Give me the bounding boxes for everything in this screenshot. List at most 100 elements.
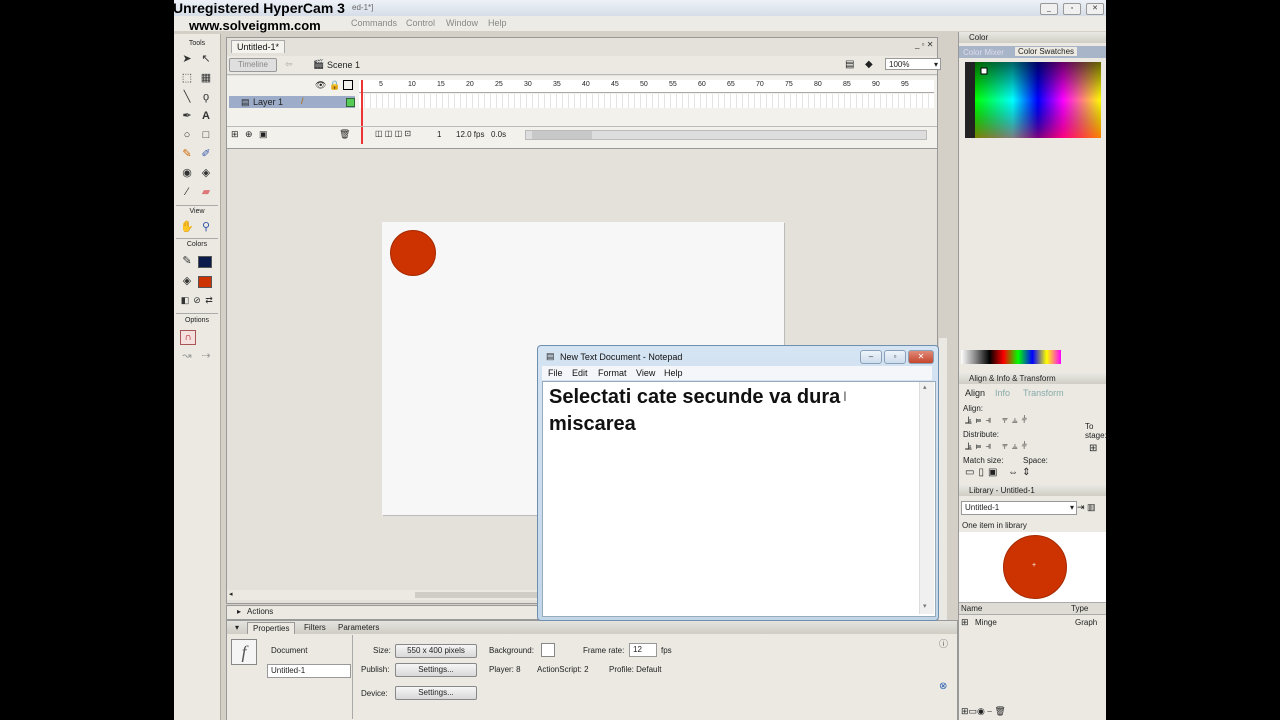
layer-row[interactable]: ▤ Layer 1 / <box>229 96 355 108</box>
col-type[interactable]: Type <box>1071 604 1088 613</box>
tab-properties[interactable]: Properties <box>247 622 296 634</box>
library-footer-icons[interactable]: ⊞▭◉ ⎯ 🗑 <box>961 706 1006 717</box>
tab-color-swatches[interactable]: Color Swatches <box>1015 47 1078 56</box>
hand-tool-icon[interactable]: ✋ <box>180 220 194 234</box>
free-transform-icon[interactable]: ⬚ <box>180 71 194 85</box>
library-item-name[interactable]: Minge <box>975 618 997 627</box>
library-panel-header[interactable]: Library - Untitled-1 <box>959 485 1106 496</box>
frame-rate-field[interactable]: 12 <box>629 643 657 657</box>
subselection-tool-icon[interactable]: ↖ <box>199 52 213 66</box>
tab-align[interactable]: Align <box>965 388 985 398</box>
tab-color-mixer[interactable]: Color Mixer <box>963 48 1004 57</box>
gradient-swatches[interactable] <box>961 350 1061 364</box>
timeline-scroll-thumb[interactable] <box>532 131 592 139</box>
outline-icon[interactable] <box>343 80 353 90</box>
eraser-icon[interactable]: ▰ <box>199 185 213 199</box>
notepad-menu-help[interactable]: Help <box>664 368 683 378</box>
notepad-close-icon[interactable]: ✕ <box>908 350 934 364</box>
swap-colors-icon[interactable]: ⇄ <box>202 293 216 307</box>
doc-window-controls-icon[interactable]: _ ▫ ✕ <box>915 40 933 49</box>
notepad-menu-file[interactable]: File <box>548 368 563 378</box>
back-arrow-icon[interactable]: ⇦ <box>285 59 293 70</box>
match-size-buttons-icon[interactable]: ▭▯▣ ⇔⇕ <box>965 467 1035 478</box>
scroll-down-icon[interactable]: ▾ <box>923 602 927 610</box>
insert-folder-icon[interactable]: ▣ <box>259 129 268 140</box>
tab-info[interactable]: Info <box>995 388 1010 398</box>
lock-icon[interactable]: 🔒 <box>329 80 340 91</box>
minimize-icon[interactable]: _ <box>1040 3 1058 15</box>
fill-color-swatch[interactable] <box>198 276 212 288</box>
library-select[interactable]: Untitled-1 ▾ <box>961 501 1077 515</box>
zoom-select[interactable]: 100% ▾ <box>885 58 941 70</box>
rectangle-tool-icon[interactable]: □ <box>199 128 213 142</box>
notepad-menu-view[interactable]: View <box>636 368 655 378</box>
pin-library-icon[interactable]: ⇥ ▥ <box>1077 502 1096 513</box>
scene-label[interactable]: Scene 1 <box>327 60 360 70</box>
scroll-up-icon[interactable]: ▴ <box>923 383 927 391</box>
size-button[interactable]: 550 x 400 pixels <box>395 644 477 658</box>
oval-tool-icon[interactable]: ○ <box>180 128 194 142</box>
add-guide-icon[interactable]: ⊕ <box>245 129 253 140</box>
workspace-vscroll[interactable] <box>939 338 947 638</box>
smooth-icon[interactable]: ↝ <box>180 349 194 363</box>
trash-icon[interactable]: 🗑 <box>339 129 350 140</box>
align-panel-header[interactable]: Align & Info & Transform <box>959 373 1106 384</box>
edit-scene-icon[interactable]: ▤ <box>845 59 854 70</box>
color-swatch-grid[interactable] <box>965 62 1101 138</box>
stroke-color-swatch[interactable] <box>198 256 212 268</box>
maximize-icon[interactable]: ▫ <box>1063 3 1081 15</box>
line-tool-icon[interactable]: ╲ <box>180 90 194 104</box>
notepad-vscroll[interactable]: ▴ ▾ <box>919 382 934 614</box>
tab-filters[interactable]: Filters <box>299 622 331 633</box>
close-icon[interactable]: ✕ <box>1086 3 1104 15</box>
playhead[interactable] <box>361 80 363 144</box>
scroll-left-icon[interactable]: ◂ <box>229 590 233 598</box>
timeline-toggle-button[interactable]: Timeline <box>229 58 277 72</box>
ink-bottle-icon[interactable]: ◉ <box>180 166 194 180</box>
gradient-transform-icon[interactable]: ▦ <box>199 71 213 85</box>
eyedropper-icon[interactable]: ⁄ <box>180 185 194 199</box>
stroke-color-icon[interactable]: ✎ <box>180 254 194 268</box>
straighten-icon[interactable]: ⇢ <box>199 349 213 363</box>
close-panel-icon[interactable]: ⊗ <box>939 681 947 692</box>
align-buttons-icon[interactable]: ⫡⫢⫣ ⫧⫨⫩ <box>965 415 1031 426</box>
menu-help[interactable]: Help <box>488 18 507 28</box>
distribute-buttons-icon[interactable]: ⫡⫢⫣ ⫧⫨⫩ <box>965 441 1031 452</box>
lasso-tool-icon[interactable]: ϙ <box>199 90 213 104</box>
fill-color-icon[interactable]: ◈ <box>180 274 194 288</box>
document-tab[interactable]: Untitled-1* <box>231 40 286 53</box>
background-color-swatch[interactable] <box>541 643 555 657</box>
device-settings-button[interactable]: Settings... <box>395 686 477 700</box>
instance-name-field[interactable]: Untitled-1 <box>267 664 351 678</box>
snap-magnet-icon[interactable]: ∩ <box>180 330 196 345</box>
publish-settings-button[interactable]: Settings... <box>395 663 477 677</box>
col-name[interactable]: Name <box>961 604 982 613</box>
tab-transform[interactable]: Transform <box>1023 388 1064 398</box>
notepad-maximize-icon[interactable]: ▫ <box>884 350 906 364</box>
onion-skin-icon[interactable]: ◫ ◫ ◫ ⊡ <box>375 129 411 138</box>
notepad-minimize-icon[interactable]: – <box>860 350 882 364</box>
ball-shape[interactable] <box>390 230 436 276</box>
frame-grid[interactable] <box>359 94 934 108</box>
brush-tool-icon[interactable]: ✐ <box>199 147 213 161</box>
show-hide-icon[interactable]: 👁 <box>315 80 326 91</box>
notepad-text[interactable]: Selectati cate secunde va dura miscarea <box>549 384 919 438</box>
layer-color-icon[interactable] <box>346 98 355 107</box>
help-icon[interactable]: ⓘ <box>939 637 948 650</box>
notepad-menu-format[interactable]: Format <box>598 368 627 378</box>
swatch-grid-svg[interactable] <box>965 62 1101 138</box>
collapse-icon[interactable]: ▾ <box>235 623 239 632</box>
paint-bucket-icon[interactable]: ◈ <box>199 166 213 180</box>
timeline-hscroll[interactable] <box>525 130 927 140</box>
zoom-tool-icon[interactable]: ⚲ <box>199 220 213 234</box>
menu-commands[interactable]: Commands <box>351 18 397 28</box>
text-tool-icon[interactable]: A <box>199 109 213 123</box>
to-stage-icon[interactable]: ⊞ <box>1089 443 1097 454</box>
notepad-menu-edit[interactable]: Edit <box>572 368 588 378</box>
edit-symbol-icon[interactable]: ◆ <box>865 59 873 70</box>
notepad-editor[interactable]: Selectati cate secunde va dura miscarea … <box>542 381 936 617</box>
pencil-tool-icon[interactable]: ✎ <box>180 147 194 161</box>
layer-name[interactable]: Layer 1 <box>253 97 283 107</box>
tab-parameters[interactable]: Parameters <box>333 622 384 633</box>
workspace-hscroll-thumb[interactable] <box>415 592 545 598</box>
